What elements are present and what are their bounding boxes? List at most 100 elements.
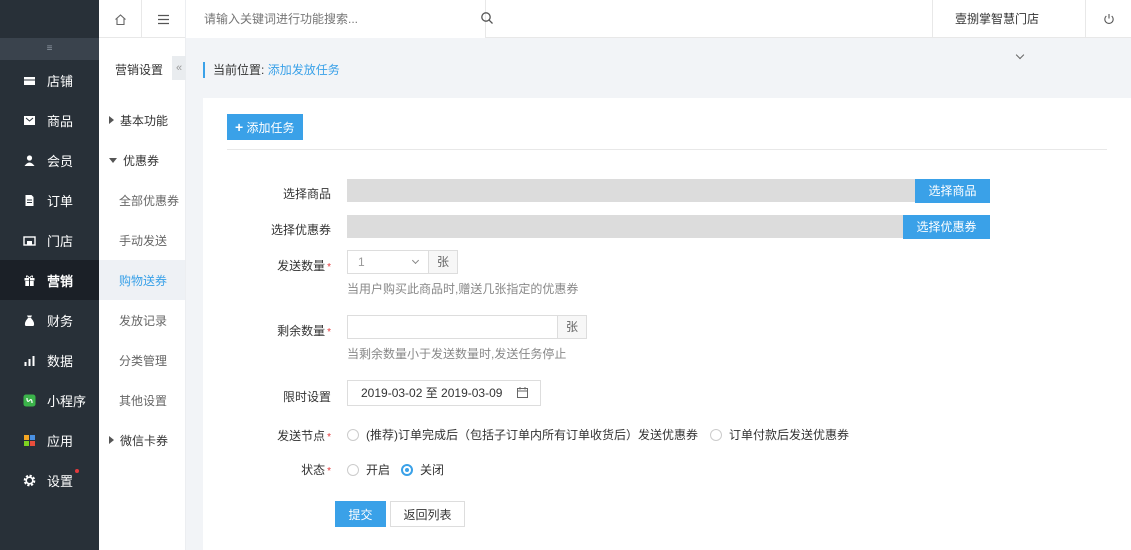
plus-icon: +: [235, 119, 244, 135]
notification-dot: [75, 468, 80, 473]
nav-item[interactable]: 订单: [0, 180, 99, 220]
node-option-1-radio[interactable]: (推荐)订单完成后（包括子订单内所有订单收货后）发送优惠券: [347, 426, 698, 443]
chevron-down-icon[interactable]: [1015, 50, 1025, 60]
date-range-value: 2019-03-02 至 2019-03-09: [361, 386, 503, 400]
remain-count-input[interactable]: [347, 315, 558, 339]
shop-icon: [23, 234, 36, 247]
gear-icon: [23, 474, 36, 487]
menu-button[interactable]: [142, 0, 185, 38]
nav-item-label: 营销: [47, 273, 74, 289]
form-panel: + 添加任务 选择商品 选择商品 选择优惠券 选择优惠券 发送数量 * 1 张 当…: [203, 98, 1131, 550]
goods-field[interactable]: [347, 179, 915, 202]
add-task-button[interactable]: + 添加任务: [227, 114, 303, 140]
gift-icon: [23, 274, 36, 287]
caret-right-icon: [109, 116, 114, 124]
subnav-item[interactable]: 全部优惠券: [99, 180, 185, 220]
nav-item[interactable]: 设置: [0, 460, 99, 500]
date-range-input[interactable]: 2019-03-02 至 2019-03-09: [347, 380, 541, 406]
nav-item[interactable]: 门店: [0, 220, 99, 260]
nav-item-label: 店铺: [47, 73, 74, 89]
remain-count-label: 剩余数量: [277, 324, 326, 338]
sub-nav: 营销设置 « 基本功能优惠券全部优惠券手动发送购物送券发放记录分类管理其他设置微…: [99, 0, 186, 550]
store-name[interactable]: 壹捌掌智慧门店: [931, 0, 1061, 38]
required-mark: *: [327, 262, 331, 273]
remain-count-unit: 张: [557, 315, 587, 339]
send-count-select[interactable]: 1: [347, 250, 429, 274]
subnav-item[interactable]: 优惠券: [99, 140, 185, 180]
subnav-item[interactable]: 分类管理: [99, 340, 185, 380]
subnav-item-label: 发放记录: [119, 313, 168, 328]
nav-item-label: 数据: [47, 353, 74, 369]
logo-area: [0, 0, 99, 38]
search-button[interactable]: [480, 11, 496, 27]
back-to-list-button[interactable]: 返回列表: [390, 501, 465, 527]
subnav-item-label: 优惠券: [123, 153, 160, 168]
miniapp-icon: [23, 394, 36, 407]
subnav-item-label: 全部优惠券: [119, 193, 180, 208]
coupon-field[interactable]: [347, 215, 903, 238]
subnav-item[interactable]: 购物送券: [99, 260, 185, 300]
radio-circle-icon: [710, 428, 722, 441]
subnav-item[interactable]: 微信卡券: [99, 420, 185, 460]
nav-item[interactable]: 商品: [0, 100, 99, 140]
nav-item[interactable]: 营销: [0, 260, 99, 300]
node-option-2-radio[interactable]: 订单付款后发送优惠券: [710, 426, 849, 443]
subnav-item[interactable]: 手动发送: [99, 220, 185, 260]
subnav-item[interactable]: 基本功能: [99, 100, 185, 140]
subnav-item-label: 微信卡券: [120, 433, 169, 448]
order-icon: [23, 194, 36, 207]
submit-button[interactable]: 提交: [335, 501, 386, 527]
radio-circle-icon: [347, 428, 359, 441]
required-mark: *: [327, 466, 331, 477]
send-count-hint: 当用户购买此商品时,赠送几张指定的优惠券: [347, 282, 579, 296]
status-label: 状态: [301, 463, 326, 477]
send-count-label-wrap: 发送数量 *: [203, 257, 331, 274]
nav-item[interactable]: 小程序: [0, 380, 99, 420]
select-goods-label: 选择商品: [282, 187, 331, 201]
node-label-wrap: 发送节点 *: [203, 427, 331, 444]
store-icon: [23, 74, 36, 87]
subnav-item-label: 购物送券: [119, 273, 168, 288]
select-goods-button[interactable]: 选择商品: [915, 179, 990, 203]
remain-count-label-wrap: 剩余数量 *: [203, 322, 331, 339]
power-icon: [1103, 14, 1114, 24]
subnav-item-label: 其他设置: [119, 393, 168, 408]
nav-item[interactable]: 应用: [0, 420, 99, 460]
send-count-value: 1: [358, 255, 365, 269]
node-option-1-label: (推荐)订单完成后（包括子订单内所有订单收货后）发送优惠券: [366, 428, 698, 442]
chevron-down-icon: [411, 256, 420, 265]
subnav-title-text: 营销设置: [115, 62, 164, 77]
select-coupon-label: 选择优惠券: [270, 223, 331, 237]
nav-item[interactable]: 店铺: [0, 60, 99, 100]
subnav-item-label: 基本功能: [120, 113, 169, 128]
goods-icon: [23, 114, 36, 127]
select-coupon-button[interactable]: 选择优惠券: [903, 215, 990, 239]
search-input[interactable]: [186, 0, 486, 38]
top-header: 壹捌掌智慧门店: [186, 0, 1131, 38]
nav-item-label: 设置: [47, 468, 80, 490]
subnav-item[interactable]: 发放记录: [99, 300, 185, 340]
nav-item-label: 小程序: [47, 393, 87, 409]
logout-button[interactable]: [1085, 0, 1131, 38]
subnav-toolbar: [99, 0, 185, 38]
nav-item[interactable]: 数据: [0, 340, 99, 380]
nav-item[interactable]: 财务: [0, 300, 99, 340]
node-label: 发送节点: [277, 429, 326, 443]
nav-item-label: 订单: [47, 193, 74, 209]
home-button[interactable]: [99, 0, 143, 38]
subnav-item[interactable]: 其他设置: [99, 380, 185, 420]
status-off-label: 关闭: [420, 463, 445, 477]
status-off-radio[interactable]: 关闭: [401, 461, 444, 478]
nav-item-label: 应用: [47, 433, 74, 449]
nav-toggle-icon[interactable]: ≡: [0, 38, 99, 60]
send-count-label: 发送数量: [277, 259, 326, 273]
collapse-subnav-button[interactable]: «: [172, 56, 186, 80]
subnav-item-label: 分类管理: [119, 353, 168, 368]
status-on-radio[interactable]: 开启: [347, 461, 390, 478]
main-nav: ≡ 店铺商品 会员订单门店营销财务数据小程序应用设置: [0, 0, 99, 550]
send-count-unit: 张: [428, 250, 458, 274]
caret-down-icon: [109, 157, 117, 163]
node-option-2-label: 订单付款后发送优惠券: [729, 428, 850, 442]
nav-item[interactable]: 会员: [0, 140, 99, 180]
breadcrumb-current[interactable]: 添加发放任务: [268, 63, 340, 77]
